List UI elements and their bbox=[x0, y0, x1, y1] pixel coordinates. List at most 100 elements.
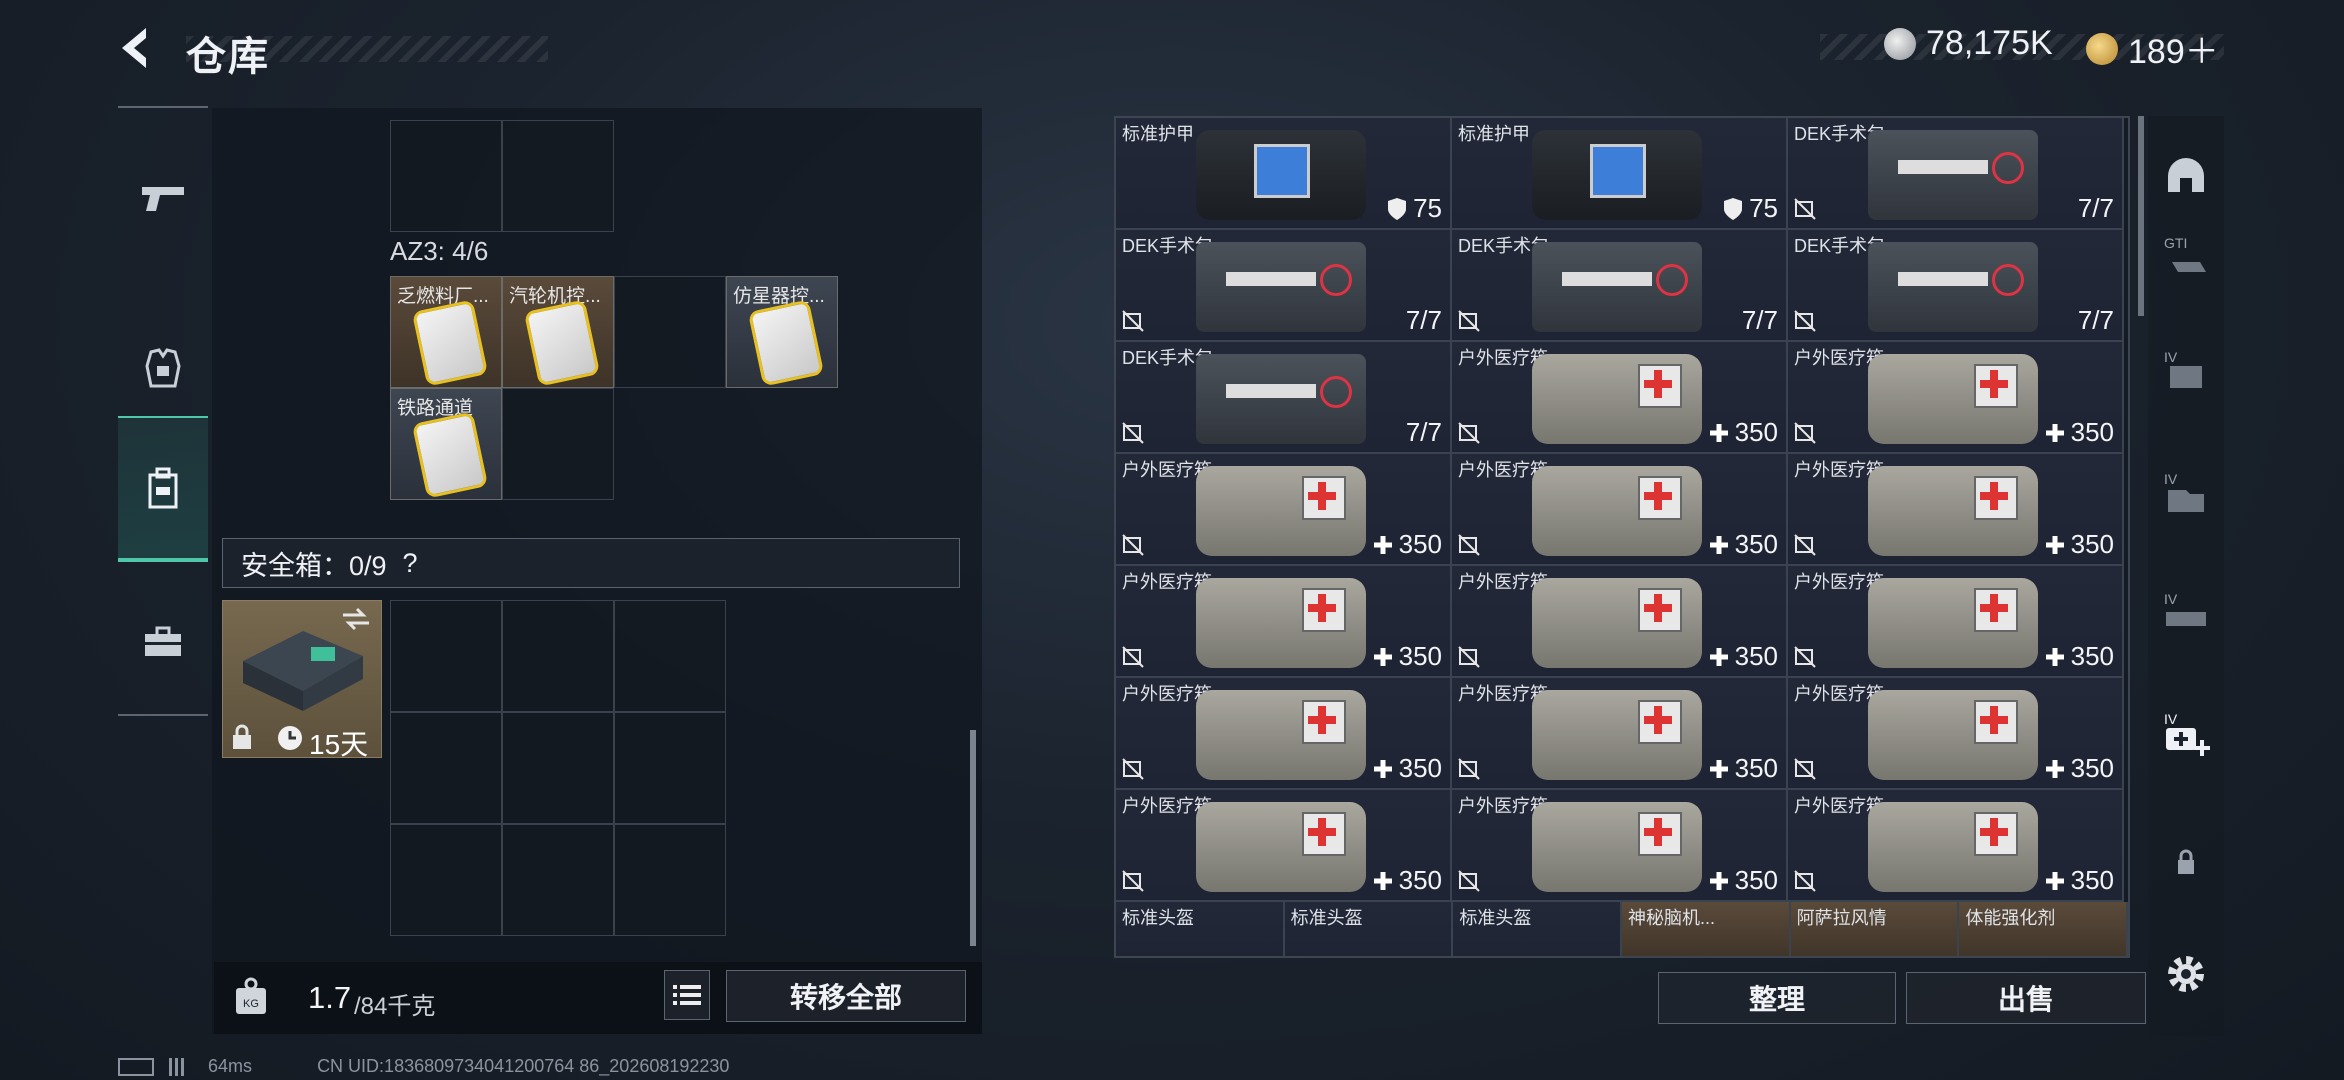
item-name: 标准头盔 bbox=[1122, 908, 1194, 928]
inventory-item[interactable]: 标准护甲 75 bbox=[1116, 118, 1452, 230]
page-title: 仓库 bbox=[186, 35, 270, 79]
help-icon[interactable]: ? bbox=[403, 548, 418, 579]
iv-filter-icon-3[interactable]: IV bbox=[2162, 590, 2210, 638]
inventory-item[interactable]: 户外医疗箱 350 bbox=[1788, 566, 2124, 678]
inventory-item[interactable]: 户外医疗箱 350 bbox=[1788, 678, 2124, 790]
safebox-item[interactable]: 15天 bbox=[222, 600, 382, 760]
inventory-item-partial[interactable]: 阿萨拉风情 bbox=[1790, 902, 1960, 956]
settings-gear-icon[interactable] bbox=[2162, 950, 2210, 998]
safe-slot[interactable] bbox=[502, 600, 614, 712]
item-name: 神秘脑机... bbox=[1628, 908, 1716, 928]
item-value-text: 75 bbox=[1749, 193, 1778, 223]
inventory-item[interactable]: DEK手术包 7/7 bbox=[1788, 230, 2124, 342]
safe-slot[interactable] bbox=[390, 824, 502, 936]
keycard-slot[interactable]: 乏燃料厂... bbox=[390, 276, 502, 388]
safe-label: 安全箱：0/9 bbox=[241, 550, 387, 581]
item-value-text: 7/7 bbox=[1405, 305, 1442, 335]
keycard-slot[interactable]: 仿星器控... bbox=[726, 276, 838, 388]
svg-text:IV: IV bbox=[2164, 349, 2178, 365]
transfer-all-button[interactable]: 转移全部 bbox=[726, 970, 966, 1022]
safe-container-header: 安全箱：0/9 ? bbox=[222, 538, 960, 588]
inventory-item[interactable]: DEK手术包 7/7 bbox=[1116, 230, 1452, 342]
inventory-item[interactable]: 户外医疗箱 350 bbox=[1788, 790, 2124, 902]
inventory-item[interactable]: 户外医疗箱 350 bbox=[1452, 454, 1788, 566]
inventory-item[interactable]: 户外医疗箱 350 bbox=[1452, 566, 1788, 678]
surgery-item-icon bbox=[1868, 130, 2038, 220]
grid-slot[interactable] bbox=[614, 276, 726, 388]
keycard-slot[interactable]: 汽轮机控... bbox=[502, 276, 614, 388]
inventory-item[interactable]: 户外医疗箱 350 bbox=[1788, 342, 2124, 454]
iv-filter-icon-1[interactable]: IV bbox=[2162, 348, 2210, 396]
inventory-item[interactable]: 户外医疗箱 350 bbox=[1116, 790, 1452, 902]
item-name: 标准护甲 bbox=[1458, 124, 1530, 144]
safe-slot[interactable] bbox=[614, 824, 726, 936]
swap-icon[interactable] bbox=[341, 607, 371, 631]
item-value: 75 bbox=[1723, 193, 1778, 224]
helmet-icon[interactable] bbox=[2162, 152, 2210, 200]
inventory-item[interactable]: DEK手术包 7/7 bbox=[1116, 342, 1452, 454]
inventory-item[interactable]: 户外医疗箱 350 bbox=[1116, 566, 1452, 678]
inventory-item[interactable]: 户外医疗箱 350 bbox=[1452, 678, 1788, 790]
no-sell-icon bbox=[1122, 870, 1144, 892]
iv-med-add-icon[interactable]: IV bbox=[2162, 710, 2210, 758]
item-value-text: 7/7 bbox=[2077, 193, 2114, 223]
inventory-item-partial[interactable]: 标准头盔 bbox=[1453, 902, 1622, 956]
inventory-item[interactable]: 户外医疗箱 350 bbox=[1452, 790, 1788, 902]
inventory-item-partial[interactable]: 体能强化剂 bbox=[1959, 902, 2128, 956]
keycard-slot[interactable]: 铁路通道 bbox=[390, 388, 502, 500]
lock-icon bbox=[233, 724, 251, 749]
safe-slot[interactable] bbox=[390, 600, 502, 712]
gti-filter-icon[interactable]: GTI bbox=[2162, 232, 2210, 280]
heal-plus-icon bbox=[1709, 759, 1728, 778]
grid-scrollbar[interactable] bbox=[2138, 116, 2144, 316]
grid-slot[interactable] bbox=[502, 388, 614, 500]
sell-button[interactable]: 出售 bbox=[1906, 972, 2146, 1024]
svg-text:IV: IV bbox=[2164, 471, 2178, 487]
inventory-item[interactable]: 户外医疗箱 350 bbox=[1788, 454, 2124, 566]
list-view-button[interactable] bbox=[664, 970, 710, 1020]
inventory-item-partial[interactable]: 标准头盔 bbox=[1284, 902, 1454, 956]
inventory-item-partial[interactable]: 神秘脑机... bbox=[1622, 902, 1791, 956]
safe-slot[interactable] bbox=[502, 824, 614, 936]
toolbox-icon bbox=[145, 626, 181, 656]
safe-slot[interactable] bbox=[502, 712, 614, 824]
med-item-icon bbox=[1196, 802, 1366, 892]
item-name: 标准护甲 bbox=[1122, 124, 1194, 144]
safe-slot[interactable] bbox=[614, 712, 726, 824]
armor-vest-icon bbox=[145, 348, 181, 388]
inventory-item-partial[interactable]: 标准头盔 bbox=[1116, 902, 1285, 956]
rail-item-toolbox[interactable] bbox=[118, 572, 208, 712]
inventory-item[interactable]: DEK手术包 7/7 bbox=[1788, 118, 2124, 230]
no-sell-icon bbox=[1794, 422, 1816, 444]
item-value: 350 bbox=[1709, 641, 1778, 672]
heal-plus-icon bbox=[1709, 871, 1728, 890]
inventory-item[interactable]: 户外医疗箱 350 bbox=[1452, 342, 1788, 454]
back-arrow-icon[interactable] bbox=[112, 22, 164, 74]
sort-button[interactable]: 整理 bbox=[1658, 972, 1896, 1024]
iv-filter-icon-2[interactable]: IV bbox=[2162, 470, 2210, 518]
lock-filter-icon[interactable] bbox=[2162, 838, 2210, 886]
left-scrollbar[interactable] bbox=[970, 730, 976, 946]
rail-item-weapons[interactable] bbox=[118, 128, 208, 268]
item-value-text: 350 bbox=[1734, 865, 1778, 895]
keycard-icon bbox=[523, 299, 601, 387]
med-item-icon bbox=[1196, 578, 1366, 668]
heal-plus-icon bbox=[2045, 535, 2064, 554]
keycard-icon bbox=[411, 411, 489, 499]
inventory-item[interactable]: DEK手术包 7/7 bbox=[1452, 230, 1788, 342]
item-value-text: 350 bbox=[1734, 753, 1778, 783]
inventory-item[interactable]: 户外医疗箱 350 bbox=[1116, 678, 1452, 790]
rail-item-backpack[interactable] bbox=[118, 416, 208, 562]
keycard-icon bbox=[411, 299, 489, 387]
status-footer: 64ms CN UID:1836809734041200764 86_20260… bbox=[118, 1056, 729, 1077]
currency-gold[interactable]: 189＋ bbox=[2086, 24, 2219, 73]
inventory-item[interactable]: 标准护甲 75 bbox=[1452, 118, 1788, 230]
pistol-icon bbox=[142, 187, 184, 211]
inventory-item[interactable]: 户外医疗箱 350 bbox=[1116, 454, 1452, 566]
safe-slot[interactable] bbox=[614, 600, 726, 712]
svg-text:KG: KG bbox=[243, 998, 259, 1010]
safe-slot[interactable] bbox=[390, 712, 502, 824]
grid-slot[interactable] bbox=[502, 120, 614, 232]
item-value-text: 350 bbox=[2070, 417, 2114, 447]
grid-slot[interactable] bbox=[390, 120, 502, 232]
